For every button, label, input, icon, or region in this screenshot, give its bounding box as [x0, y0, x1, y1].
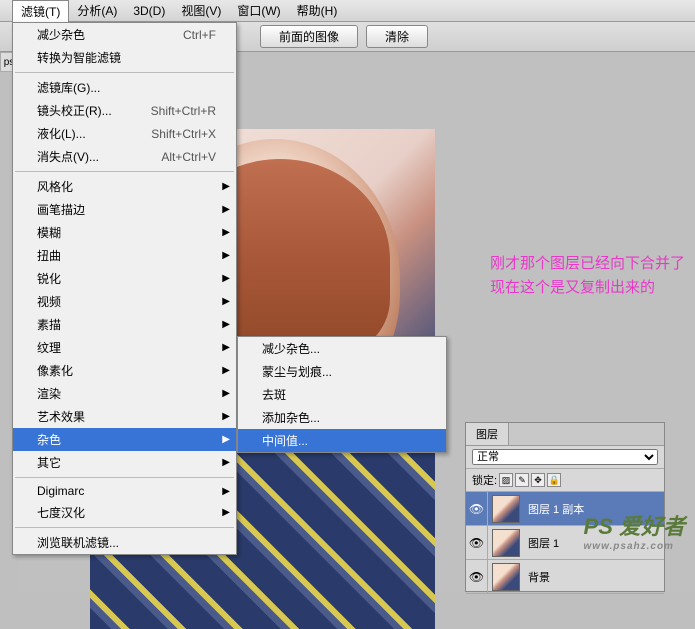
- blend-mode-row: 正常: [466, 446, 664, 469]
- filter-menu-item[interactable]: 扭曲▶: [13, 244, 236, 267]
- annotation-line-2: 现在这个是又复制出来的: [490, 276, 685, 300]
- menubar: 滤镜(T) 分析(A) 3D(D) 视图(V) 窗口(W) 帮助(H): [0, 0, 695, 22]
- filter-menu-item[interactable]: 其它▶: [13, 451, 236, 474]
- layers-tab[interactable]: 图层: [466, 423, 509, 445]
- watermark-main: PS 爱好者: [584, 514, 685, 539]
- menu-filter[interactable]: 滤镜(T): [12, 0, 69, 22]
- submenu-arrow-icon: ▶: [222, 507, 230, 518]
- filter-menu-item[interactable]: 纹理▶: [13, 336, 236, 359]
- filter-menu-item[interactable]: 七度汉化▶: [13, 501, 236, 524]
- submenu-arrow-icon: ▶: [222, 296, 230, 307]
- watermark-sub: www.psahz.com: [584, 541, 685, 552]
- filter-menu-item[interactable]: 锐化▶: [13, 267, 236, 290]
- visibility-eye-icon[interactable]: 👁: [466, 560, 488, 593]
- submenu-arrow-icon: ▶: [222, 365, 230, 376]
- submenu-arrow-icon: ▶: [222, 273, 230, 284]
- filter-menu-item[interactable]: 模糊▶: [13, 221, 236, 244]
- filter-menu-item[interactable]: 像素化▶: [13, 359, 236, 382]
- submenu-arrow-icon: ▶: [222, 204, 230, 215]
- filter-menu-item[interactable]: 艺术效果▶: [13, 405, 236, 428]
- filter-menu-item[interactable]: 风格化▶: [13, 175, 236, 198]
- submenu-arrow-icon: ▶: [222, 457, 230, 468]
- layer-row[interactable]: 👁 背景: [466, 560, 664, 594]
- filter-menu-item[interactable]: 滤镜库(G)...: [13, 76, 236, 99]
- layers-panel: 图层 正常 锁定: ▨ ✎ ✥ 🔒 👁图层 1 副本👁图层 1👁背景: [465, 422, 665, 592]
- submenu-arrow-icon: ▶: [222, 486, 230, 497]
- submenu-arrow-icon: ▶: [222, 181, 230, 192]
- filter-menu-item[interactable]: 素描▶: [13, 313, 236, 336]
- watermark: PS 爱好者 www.psahz.com: [584, 509, 685, 552]
- noise-menu-item[interactable]: 中间值...: [238, 429, 446, 452]
- noise-menu-item[interactable]: 蒙尘与划痕...: [238, 360, 446, 383]
- panel-tabs: 图层: [466, 423, 664, 446]
- menu-help[interactable]: 帮助(H): [289, 0, 346, 21]
- noise-menu-item[interactable]: 添加杂色...: [238, 406, 446, 429]
- filter-menu-item[interactable]: 浏览联机滤镜...: [13, 531, 236, 554]
- lock-label: 锁定:: [472, 472, 497, 488]
- filter-menu-item[interactable]: 转换为智能滤镜: [13, 46, 236, 69]
- filter-menu-item[interactable]: 渲染▶: [13, 382, 236, 405]
- submenu-arrow-icon: ▶: [222, 227, 230, 238]
- visibility-eye-icon[interactable]: 👁: [466, 526, 488, 559]
- filter-menu-item[interactable]: 液化(L)...Shift+Ctrl+X: [13, 122, 236, 145]
- filter-menu-item[interactable]: 视频▶: [13, 290, 236, 313]
- filter-menu-item[interactable]: 画笔描边▶: [13, 198, 236, 221]
- layer-thumbnail[interactable]: [492, 529, 520, 557]
- clear-button[interactable]: 清除: [366, 25, 428, 48]
- layer-thumbnail[interactable]: [492, 495, 520, 523]
- prev-image-button[interactable]: 前面的图像: [260, 25, 358, 48]
- submenu-arrow-icon: ▶: [222, 342, 230, 353]
- annotation-line-1: 刚才那个图层已经向下合并了: [490, 252, 685, 276]
- menu-analysis[interactable]: 分析(A): [69, 0, 125, 21]
- visibility-eye-icon[interactable]: 👁: [466, 492, 488, 525]
- filter-menu-item[interactable]: 减少杂色Ctrl+F: [13, 23, 236, 46]
- submenu-arrow-icon: ▶: [222, 388, 230, 399]
- submenu-arrow-icon: ▶: [222, 411, 230, 422]
- noise-submenu: 减少杂色...蒙尘与划痕...去斑添加杂色...中间值...: [237, 336, 447, 453]
- lock-row: 锁定: ▨ ✎ ✥ 🔒: [466, 469, 664, 492]
- layer-name[interactable]: 背景: [524, 569, 664, 585]
- filter-menu: 减少杂色Ctrl+F转换为智能滤镜滤镜库(G)...镜头校正(R)...Shif…: [12, 22, 237, 555]
- lock-pixels-icon[interactable]: ✎: [515, 473, 529, 487]
- noise-menu-item[interactable]: 减少杂色...: [238, 337, 446, 360]
- submenu-arrow-icon: ▶: [222, 434, 230, 445]
- filter-menu-item[interactable]: 杂色▶: [13, 428, 236, 451]
- lock-all-icon[interactable]: 🔒: [547, 473, 561, 487]
- menu-window[interactable]: 窗口(W): [229, 0, 288, 21]
- blend-mode-select[interactable]: 正常: [472, 449, 658, 465]
- lock-position-icon[interactable]: ✥: [531, 473, 545, 487]
- layer-thumbnail[interactable]: [492, 563, 520, 591]
- lock-transparency-icon[interactable]: ▨: [499, 473, 513, 487]
- filter-menu-item[interactable]: 消失点(V)...Alt+Ctrl+V: [13, 145, 236, 168]
- filter-menu-item[interactable]: Digimarc▶: [13, 481, 236, 501]
- annotation-text: 刚才那个图层已经向下合并了 现在这个是又复制出来的: [490, 252, 685, 300]
- filter-menu-item[interactable]: 镜头校正(R)...Shift+Ctrl+R: [13, 99, 236, 122]
- submenu-arrow-icon: ▶: [222, 250, 230, 261]
- submenu-arrow-icon: ▶: [222, 319, 230, 330]
- menu-3d[interactable]: 3D(D): [125, 2, 173, 20]
- menu-view[interactable]: 视图(V): [173, 0, 229, 21]
- noise-menu-item[interactable]: 去斑: [238, 383, 446, 406]
